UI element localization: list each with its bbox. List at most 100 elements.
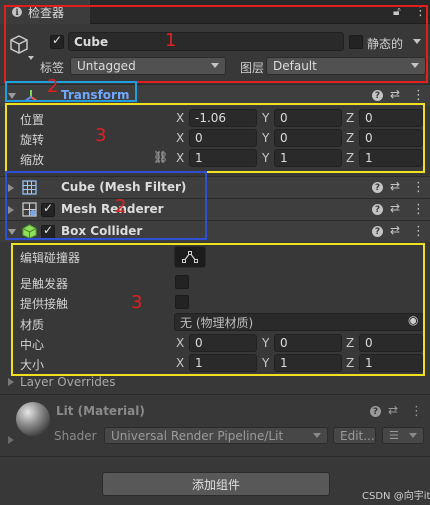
material-field[interactable]: 无 (物理材质) — [174, 313, 424, 331]
tab-inspector[interactable]: i 检查器 — [0, 0, 90, 24]
transform-axes-icon — [23, 88, 39, 104]
axis-y-label: Y — [262, 151, 270, 165]
mesh-renderer-header[interactable]: Mesh Renderer ? ⇄ ⋮ — [0, 198, 430, 220]
presets-icon[interactable]: ⇄ — [388, 403, 398, 417]
help-icon[interactable]: ? — [372, 204, 383, 215]
shader-edit-label: Edit... — [340, 428, 375, 443]
foldout-arrow[interactable] — [8, 378, 14, 386]
object-picker-icon[interactable]: ◉ — [408, 313, 418, 327]
mesh-filter-header[interactable]: Cube (Mesh Filter) ? ⇄ ⋮ — [0, 176, 430, 198]
static-dropdown-arrow[interactable] — [413, 39, 421, 44]
mesh-renderer-enabled-checkbox[interactable] — [41, 201, 55, 217]
active-checkbox[interactable] — [50, 33, 64, 49]
center-z-field[interactable]: 0 — [359, 334, 423, 352]
tab-title: 检查器 — [28, 5, 65, 20]
foldout-arrow[interactable] — [8, 436, 14, 444]
menu-kebab-icon[interactable]: ⋮ — [410, 405, 423, 418]
material-value: 无 (物理材质) — [180, 315, 254, 330]
cube-object-icon — [8, 34, 30, 56]
box-collider-title: Box Collider — [61, 224, 143, 238]
help-icon[interactable]: ? — [372, 226, 383, 237]
position-z-field[interactable]: 0 — [359, 109, 423, 127]
rotation-z-field[interactable]: 0 — [359, 129, 423, 147]
foldout-arrow[interactable] — [8, 184, 14, 192]
provides-contacts-label: 提供接触 — [20, 297, 69, 311]
menu-kebab-icon[interactable]: ⋮ — [412, 89, 425, 102]
icon-dropdown-arrow[interactable] — [28, 56, 34, 60]
position-label: 位置 — [20, 113, 45, 127]
box-collider-enabled-checkbox[interactable] — [41, 223, 55, 239]
menu-kebab-icon[interactable]: ⋮ — [412, 203, 425, 216]
list-icon: ☰ — [389, 429, 399, 442]
axis-z-label: Z — [346, 151, 355, 165]
axis-z-label: Z — [346, 111, 355, 125]
shader-list-dropdown[interactable]: ☰ — [382, 427, 424, 444]
mesh-filter-icon — [22, 180, 37, 195]
presets-icon[interactable]: ⇄ — [390, 223, 400, 237]
static-checkbox[interactable] — [349, 35, 363, 49]
presets-icon[interactable]: ⇄ — [390, 201, 400, 215]
scale-z-field[interactable]: 1 — [359, 149, 423, 167]
tab-bar: i 检查器 🔓︎ ⋮ — [0, 0, 430, 24]
info-icon: i — [12, 7, 22, 17]
is-trigger-label: 是触发器 — [20, 277, 69, 291]
center-x-field[interactable]: 0 — [189, 334, 257, 352]
menu-kebab-icon[interactable]: ⋮ — [412, 225, 425, 238]
axis-x-label: X — [176, 356, 185, 370]
edit-collider-icon — [182, 251, 198, 263]
box-collider-header[interactable]: Box Collider ? ⇄ ⋮ — [0, 220, 430, 242]
link-icon[interactable]: ⛓︎ — [153, 150, 168, 164]
axis-y-label: Y — [262, 356, 270, 370]
menu-kebab-icon[interactable]: ⋮ — [414, 5, 427, 18]
scale-y-field[interactable]: 1 — [274, 149, 342, 167]
transform-title: Transform — [61, 88, 130, 102]
layer-label: 图层 — [240, 61, 265, 75]
center-label: 中心 — [20, 338, 45, 352]
center-y-field[interactable]: 0 — [274, 334, 342, 352]
axis-x-label: X — [176, 336, 185, 350]
presets-icon[interactable]: ⇄ — [390, 87, 400, 101]
menu-kebab-icon[interactable]: ⋮ — [412, 181, 425, 194]
edit-collider-button[interactable] — [174, 246, 206, 268]
foldout-arrow[interactable] — [8, 229, 16, 235]
foldout-arrow[interactable] — [8, 206, 14, 214]
axis-y-label: Y — [262, 131, 270, 145]
shader-dropdown[interactable]: Universal Render Pipeline/Lit — [104, 427, 328, 444]
lock-icon[interactable]: 🔓︎ — [393, 4, 401, 19]
box-collider-icon — [22, 224, 37, 239]
layer-overrides-label[interactable]: Layer Overrides — [20, 375, 115, 389]
annotation-number: 3 — [131, 292, 143, 313]
axis-z-label: Z — [346, 356, 355, 370]
mesh-renderer-title: Mesh Renderer — [61, 202, 164, 216]
chevron-down-icon — [409, 433, 417, 438]
size-x-field[interactable]: 1 — [189, 354, 257, 372]
divider — [0, 394, 430, 395]
size-y-field[interactable]: 1 — [274, 354, 342, 372]
annotation-number: 1 — [165, 30, 177, 51]
watermark: CSDN @向宇it — [362, 491, 430, 502]
axis-x-label: X — [176, 131, 185, 145]
help-icon[interactable]: ? — [372, 90, 383, 101]
layer-dropdown[interactable]: Default — [266, 57, 426, 75]
layer-value: Default — [273, 59, 317, 73]
presets-icon[interactable]: ⇄ — [390, 179, 400, 193]
axis-x-label: X — [176, 151, 185, 165]
rotation-y-field[interactable]: 0 — [274, 129, 342, 147]
scale-x-field[interactable]: 1 — [189, 149, 257, 167]
is-trigger-checkbox[interactable] — [175, 275, 189, 289]
position-x-field[interactable]: -1.06 — [189, 109, 257, 127]
edit-collider-label: 编辑碰撞器 — [20, 251, 81, 265]
foldout-arrow[interactable] — [8, 93, 16, 99]
object-name-field[interactable]: Cube — [68, 32, 344, 51]
transform-header[interactable]: Transform ? ⇄ ⋮ — [0, 84, 430, 106]
shader-edit-button[interactable]: Edit... — [333, 427, 376, 444]
tag-dropdown[interactable]: Untagged — [70, 57, 226, 75]
size-z-field[interactable]: 1 — [359, 354, 423, 372]
provides-contacts-checkbox[interactable] — [175, 295, 189, 309]
position-y-field[interactable]: 0 — [274, 109, 342, 127]
rotation-x-field[interactable]: 0 — [189, 129, 257, 147]
add-component-button[interactable]: 添加组件 — [102, 472, 330, 496]
help-icon[interactable]: ? — [370, 406, 381, 417]
help-icon[interactable]: ? — [372, 182, 383, 193]
mesh-filter-title: Cube (Mesh Filter) — [61, 180, 187, 194]
